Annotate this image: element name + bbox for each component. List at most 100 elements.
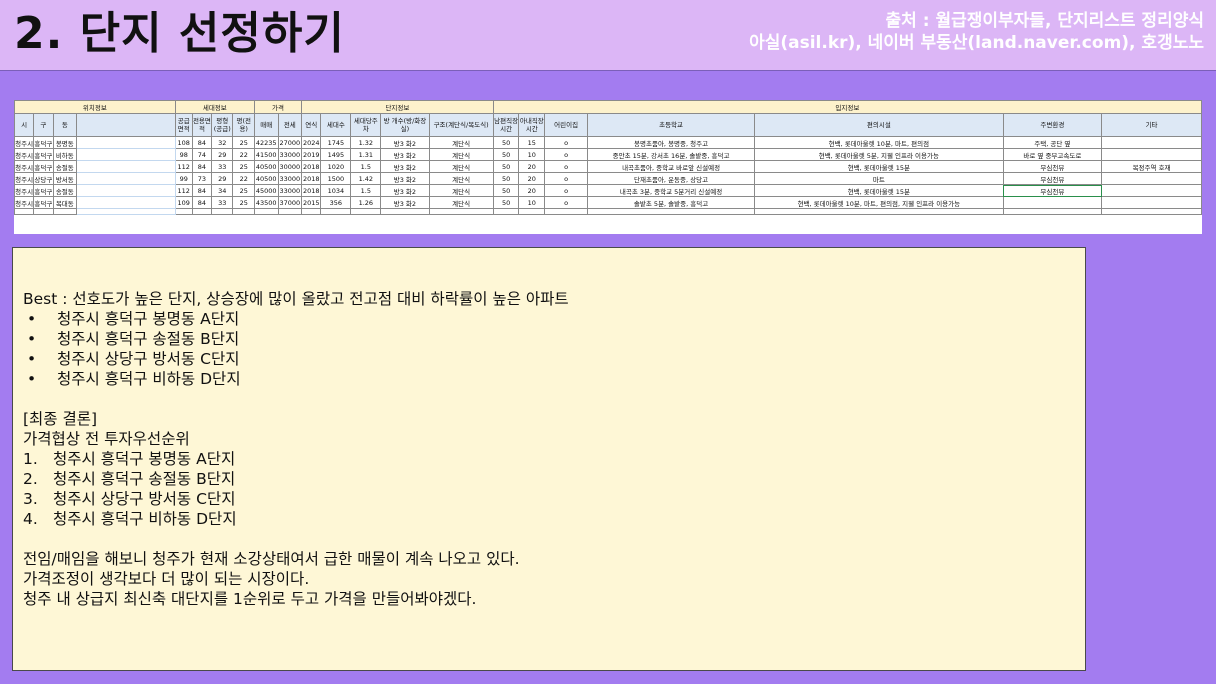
table-cell[interactable]: 청주시: [14, 172, 35, 185]
table-cell[interactable]: 2018: [301, 160, 322, 173]
table-cell[interactable]: 현백, 롯데아울렛 15분: [754, 184, 1004, 197]
table-cell[interactable]: [518, 208, 546, 215]
table-cell[interactable]: 112: [174, 160, 193, 173]
table-cell[interactable]: [253, 208, 279, 215]
table-cell[interactable]: 청주시: [14, 148, 35, 161]
table-cell[interactable]: 33: [211, 160, 234, 173]
table-cell[interactable]: 33000: [277, 148, 303, 161]
table-cell[interactable]: [380, 208, 430, 215]
table-cell[interactable]: 계단식: [428, 136, 494, 149]
table-cell[interactable]: 356: [320, 196, 352, 209]
table-cell[interactable]: 흥덕구: [33, 160, 54, 173]
table-cell[interactable]: 1020: [320, 160, 352, 173]
table-cell[interactable]: 2015: [301, 196, 322, 209]
table-cell[interactable]: [1002, 208, 1103, 215]
table-cell[interactable]: 방3 화2: [380, 160, 430, 173]
table-cell[interactable]: 계단식: [428, 196, 494, 209]
table-cell[interactable]: 20: [518, 184, 546, 197]
table-cell[interactable]: 25: [232, 160, 255, 173]
table-cell[interactable]: 흥덕구: [33, 148, 54, 161]
table-cell[interactable]: 바로 옆 중부고속도로: [1002, 148, 1103, 161]
table-cell[interactable]: [33, 208, 54, 215]
table-cell[interactable]: 33: [211, 196, 234, 209]
table-cell[interactable]: 현백, 롯데아울렛 5분, 지웰 인프라 이용가능: [754, 148, 1004, 161]
table-cell[interactable]: 73: [191, 172, 213, 185]
table-cell[interactable]: 50: [492, 148, 520, 161]
table-cell[interactable]: 무심천뷰: [1002, 184, 1103, 197]
table-cell[interactable]: [587, 208, 756, 215]
table-cell[interactable]: 20: [518, 160, 546, 173]
table-cell[interactable]: 84: [191, 184, 213, 197]
table-cell[interactable]: [76, 148, 176, 161]
table-cell[interactable]: 방3 화2: [380, 184, 430, 197]
table-cell[interactable]: [191, 208, 213, 215]
table-cell[interactable]: 방3 화2: [380, 172, 430, 185]
table-cell[interactable]: 현백, 롯데아울렛 10분, 마트, 편의점: [754, 136, 1004, 149]
table-cell[interactable]: 40500: [253, 160, 279, 173]
table-cell[interactable]: 1.32: [350, 136, 382, 149]
table-cell[interactable]: 29: [211, 172, 234, 185]
table-cell[interactable]: [14, 208, 35, 215]
table-cell[interactable]: 봉명초품아, 봉명중, 청주고: [587, 136, 756, 149]
table-cell[interactable]: 32: [211, 136, 234, 149]
table-cell[interactable]: o: [544, 172, 589, 185]
table-cell[interactable]: 내곡초품아, 중학교 바로앞 신설예정: [587, 160, 756, 173]
table-cell[interactable]: [1101, 136, 1202, 149]
table-cell[interactable]: 흥덕구: [33, 136, 54, 149]
table-cell[interactable]: 마트: [754, 172, 1004, 185]
table-cell[interactable]: 청주시: [14, 136, 35, 149]
table-cell[interactable]: 솔밭초 5분, 솔밭중, 흥덕고: [587, 196, 756, 209]
table-cell[interactable]: 중안초 15분, 강서초 16분, 솔밭중, 흥덕고: [587, 148, 756, 161]
table-cell[interactable]: 10: [518, 148, 546, 161]
table-cell[interactable]: 15: [518, 136, 546, 149]
table-cell[interactable]: 무심천뷰: [1002, 160, 1103, 173]
table-cell[interactable]: 42235: [253, 136, 279, 149]
table-cell[interactable]: 109: [174, 196, 193, 209]
table-cell[interactable]: [76, 196, 176, 209]
table-cell[interactable]: 1.26: [350, 196, 382, 209]
table-cell[interactable]: 방3 화2: [380, 148, 430, 161]
table-cell[interactable]: [76, 136, 176, 149]
table-cell[interactable]: o: [544, 196, 589, 209]
table-cell[interactable]: 43500: [253, 196, 279, 209]
table-cell[interactable]: 41500: [253, 148, 279, 161]
table-cell[interactable]: [350, 208, 382, 215]
table-cell[interactable]: 방서동: [52, 172, 78, 185]
table-cell[interactable]: 현백, 롯데아울렛 10분, 마트, 편의점, 지웰 인프라 이용가능: [754, 196, 1004, 209]
table-cell[interactable]: 2024: [301, 136, 322, 149]
table-cell[interactable]: 108: [174, 136, 193, 149]
table-cell[interactable]: 청주시: [14, 184, 35, 197]
table-cell[interactable]: 방3 화2: [380, 136, 430, 149]
table-cell[interactable]: [428, 208, 494, 215]
table-cell[interactable]: 단재초품아, 운동중, 상당고: [587, 172, 756, 185]
table-cell[interactable]: 84: [191, 136, 213, 149]
table-cell[interactable]: 흥덕구: [33, 196, 54, 209]
table-cell[interactable]: 2018: [301, 172, 322, 185]
table-cell[interactable]: 계단식: [428, 172, 494, 185]
table-cell[interactable]: [544, 208, 589, 215]
table-cell[interactable]: 1.42: [350, 172, 382, 185]
table-cell[interactable]: [1101, 184, 1202, 197]
table-cell[interactable]: 112: [174, 184, 193, 197]
table-cell[interactable]: 복대동: [52, 196, 78, 209]
table-cell[interactable]: 50: [492, 136, 520, 149]
table-cell[interactable]: 청주시: [14, 160, 35, 173]
table-cell[interactable]: 40500: [253, 172, 279, 185]
table-cell[interactable]: 1.5: [350, 160, 382, 173]
table-cell[interactable]: 99: [174, 172, 193, 185]
table-cell[interactable]: 내곡초 3분, 중학교 5분거리 신설예정: [587, 184, 756, 197]
table-cell[interactable]: [232, 208, 255, 215]
table-cell[interactable]: 84: [191, 160, 213, 173]
table-cell[interactable]: 1034: [320, 184, 352, 197]
table-cell[interactable]: 25: [232, 184, 255, 197]
table-cell[interactable]: 33000: [277, 184, 303, 197]
table-cell[interactable]: 2019: [301, 148, 322, 161]
table-cell[interactable]: 37000: [277, 196, 303, 209]
table-cell[interactable]: 50: [492, 196, 520, 209]
table-cell[interactable]: 청주시: [14, 196, 35, 209]
table-cell[interactable]: 계단식: [428, 160, 494, 173]
table-cell[interactable]: 계단식: [428, 184, 494, 197]
table-cell[interactable]: o: [544, 184, 589, 197]
table-cell[interactable]: 20: [518, 172, 546, 185]
table-cell[interactable]: 50: [492, 184, 520, 197]
